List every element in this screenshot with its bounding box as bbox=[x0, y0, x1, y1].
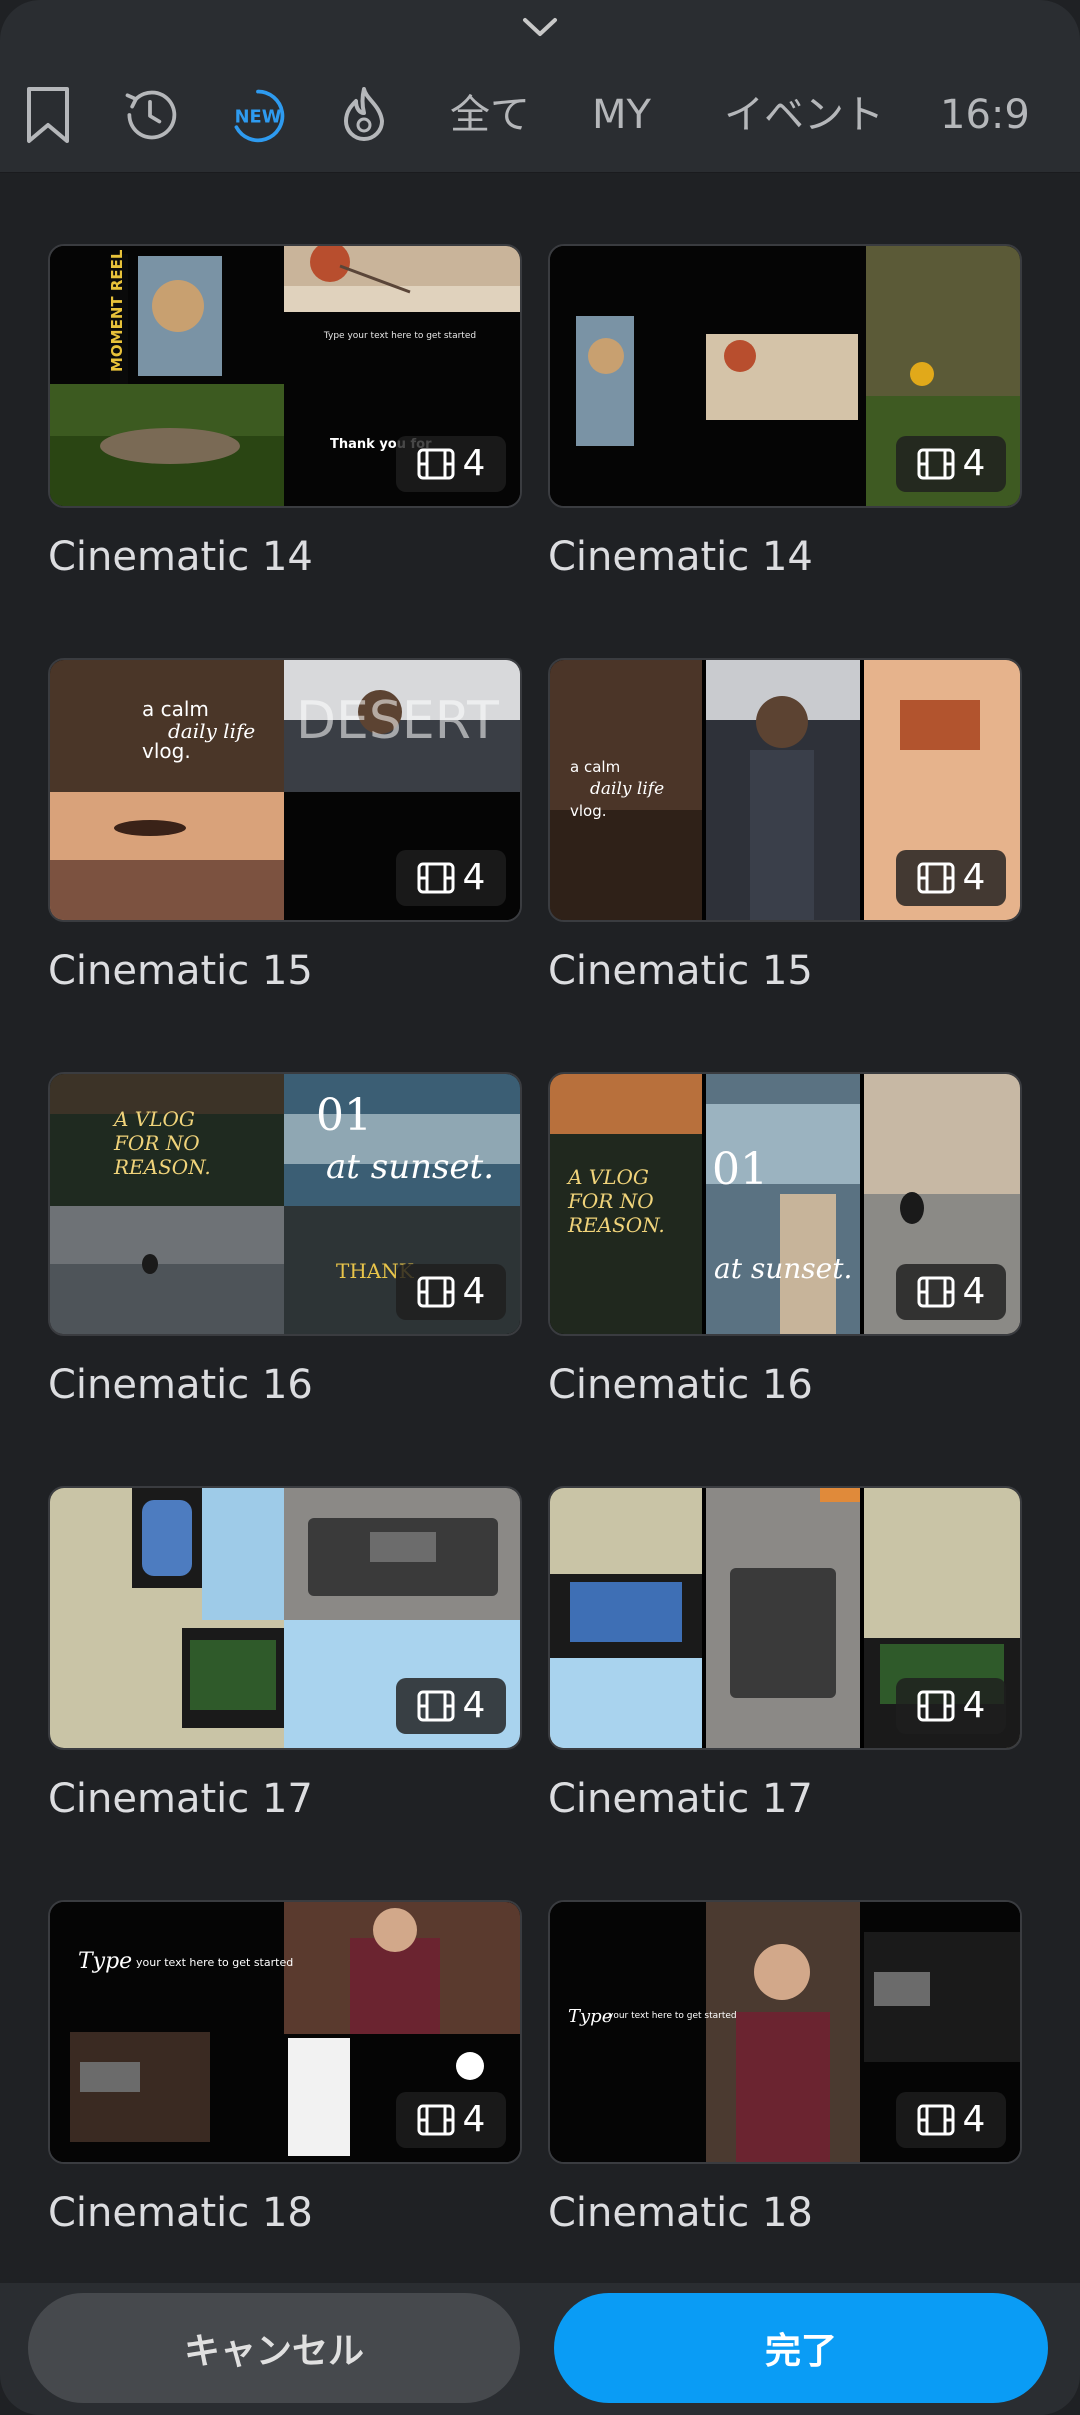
calm-line1-text: a calm bbox=[570, 758, 620, 776]
template-title: Cinematic 14 bbox=[548, 534, 813, 580]
cancel-button[interactable]: キャンセル bbox=[28, 2293, 520, 2403]
new-badge-icon[interactable]: NEW bbox=[228, 82, 288, 148]
clip-count-badge: 4 bbox=[896, 1678, 1006, 1734]
template-title: Cinematic 18 bbox=[548, 2190, 813, 2236]
clip-count: 4 bbox=[462, 443, 486, 484]
clip-count-badge: 4 bbox=[396, 1678, 506, 1734]
clip-count: 4 bbox=[462, 1271, 486, 1312]
type-word-text: Type bbox=[78, 1949, 132, 1974]
film-icon bbox=[917, 1690, 955, 1722]
new-badge-label: NEW bbox=[235, 107, 282, 128]
template-thumbnail[interactable]: a calm daily life vlog. DESERT 4 bbox=[48, 658, 522, 922]
tab-all[interactable]: 全て bbox=[450, 84, 530, 146]
category-tabs: NEW 全て MY イベント 16:9 bbox=[0, 58, 1080, 173]
template-title: Cinematic 14 bbox=[48, 534, 313, 580]
template-thumbnail[interactable]: 4 bbox=[548, 1486, 1022, 1750]
clip-count-badge: 4 bbox=[396, 436, 506, 492]
clip-count-badge: 4 bbox=[896, 436, 1006, 492]
clip-count: 4 bbox=[962, 2099, 986, 2140]
template-title: Cinematic 18 bbox=[48, 2190, 313, 2236]
film-icon bbox=[917, 862, 955, 894]
type-word-text: Type bbox=[568, 2006, 612, 2027]
template-title: Cinematic 16 bbox=[48, 1362, 313, 1408]
vlog-line1-text: A VLOG bbox=[112, 1107, 195, 1131]
calm-line1-text: a calm bbox=[142, 697, 209, 721]
calm-line3-text: vlog. bbox=[570, 802, 607, 820]
template-thumbnail[interactable]: Type your text here to get started 4 bbox=[48, 1900, 522, 2164]
template-thumbnail[interactable]: A VLOG FOR NO REASON. 01 at sunset. 4 bbox=[548, 1072, 1022, 1336]
film-icon bbox=[917, 448, 955, 480]
clip-count: 4 bbox=[962, 857, 986, 898]
film-icon bbox=[417, 1276, 455, 1308]
desert-text: DESERT bbox=[296, 691, 499, 751]
clip-count: 4 bbox=[462, 1685, 486, 1726]
action-bar: キャンセル 完了 bbox=[0, 2283, 1080, 2415]
calm-line3-text: vlog. bbox=[142, 739, 191, 763]
tab-event[interactable]: イベント bbox=[724, 84, 884, 146]
template-sheet: NEW 全て MY イベント 16:9 MOMENT REEL Type you… bbox=[0, 0, 1080, 2415]
template-title: Cinematic 17 bbox=[548, 1776, 813, 1822]
vlog-line3-text: REASON. bbox=[113, 1155, 211, 1179]
template-thumbnail[interactable]: a calm daily life vlog. 4 bbox=[548, 658, 1022, 922]
template-thumbnail[interactable]: 4 bbox=[48, 1486, 522, 1750]
fire-icon[interactable] bbox=[334, 82, 394, 148]
tab-my[interactable]: MY bbox=[592, 84, 651, 146]
moment-reel-text: MOMENT REEL bbox=[108, 249, 126, 372]
template-title: Cinematic 15 bbox=[548, 948, 813, 994]
clip-count-badge: 4 bbox=[896, 1264, 1006, 1320]
template-thumbnail[interactable]: A VLOG FOR NO REASON. 01 at sunset. THAN… bbox=[48, 1072, 522, 1336]
clip-count: 4 bbox=[462, 2099, 486, 2140]
tab-16-9[interactable]: 16:9 bbox=[940, 84, 1030, 146]
history-icon[interactable] bbox=[120, 82, 180, 148]
template-title: Cinematic 17 bbox=[48, 1776, 313, 1822]
template-grid: MOMENT REEL Type your text here to get s… bbox=[0, 172, 1080, 2282]
film-icon bbox=[417, 2104, 455, 2136]
template-thumbnail[interactable]: Type your text here to get started 4 bbox=[548, 1900, 1022, 2164]
clip-count-badge: 4 bbox=[896, 2092, 1006, 2148]
bookmark-icon[interactable] bbox=[18, 82, 78, 148]
chevron-down-icon[interactable] bbox=[519, 10, 561, 46]
your-text-text: your text here to get started bbox=[136, 1956, 293, 1969]
clip-count-badge: 4 bbox=[396, 850, 506, 906]
your-text-text: your text here to get started bbox=[608, 2011, 737, 2021]
type-prompt-text: Type your text here to get started bbox=[323, 331, 476, 341]
clip-count-badge: 4 bbox=[396, 1264, 506, 1320]
template-thumbnail[interactable]: MOMENT REEL Type your text here to get s… bbox=[48, 244, 522, 508]
template-title: Cinematic 16 bbox=[548, 1362, 813, 1408]
sheet-handle[interactable] bbox=[0, 0, 1080, 58]
done-button[interactable]: 完了 bbox=[554, 2293, 1048, 2403]
film-icon bbox=[417, 448, 455, 480]
template-thumbnail[interactable]: 4 bbox=[548, 244, 1022, 508]
sunset-text: at sunset. bbox=[714, 1252, 852, 1285]
sunset-text: at sunset. bbox=[326, 1147, 494, 1187]
clip-count-badge: 4 bbox=[396, 2092, 506, 2148]
clip-count: 4 bbox=[462, 857, 486, 898]
calm-line2-text: daily life bbox=[590, 779, 664, 799]
film-icon bbox=[917, 2104, 955, 2136]
template-title: Cinematic 15 bbox=[48, 948, 313, 994]
film-icon bbox=[417, 1690, 455, 1722]
number-text: 01 bbox=[316, 1090, 372, 1141]
vlog-line2-text: FOR NO bbox=[113, 1131, 200, 1155]
film-icon bbox=[417, 862, 455, 894]
vlog-line2-text: FOR NO bbox=[567, 1189, 654, 1213]
film-icon bbox=[917, 1276, 955, 1308]
number-text: 01 bbox=[712, 1144, 768, 1195]
vlog-line3-text: REASON. bbox=[567, 1213, 665, 1237]
vlog-line1-text: A VLOG bbox=[566, 1165, 649, 1189]
clip-count: 4 bbox=[962, 443, 986, 484]
clip-count: 4 bbox=[962, 1271, 986, 1312]
clip-count: 4 bbox=[962, 1685, 986, 1726]
clip-count-badge: 4 bbox=[896, 850, 1006, 906]
